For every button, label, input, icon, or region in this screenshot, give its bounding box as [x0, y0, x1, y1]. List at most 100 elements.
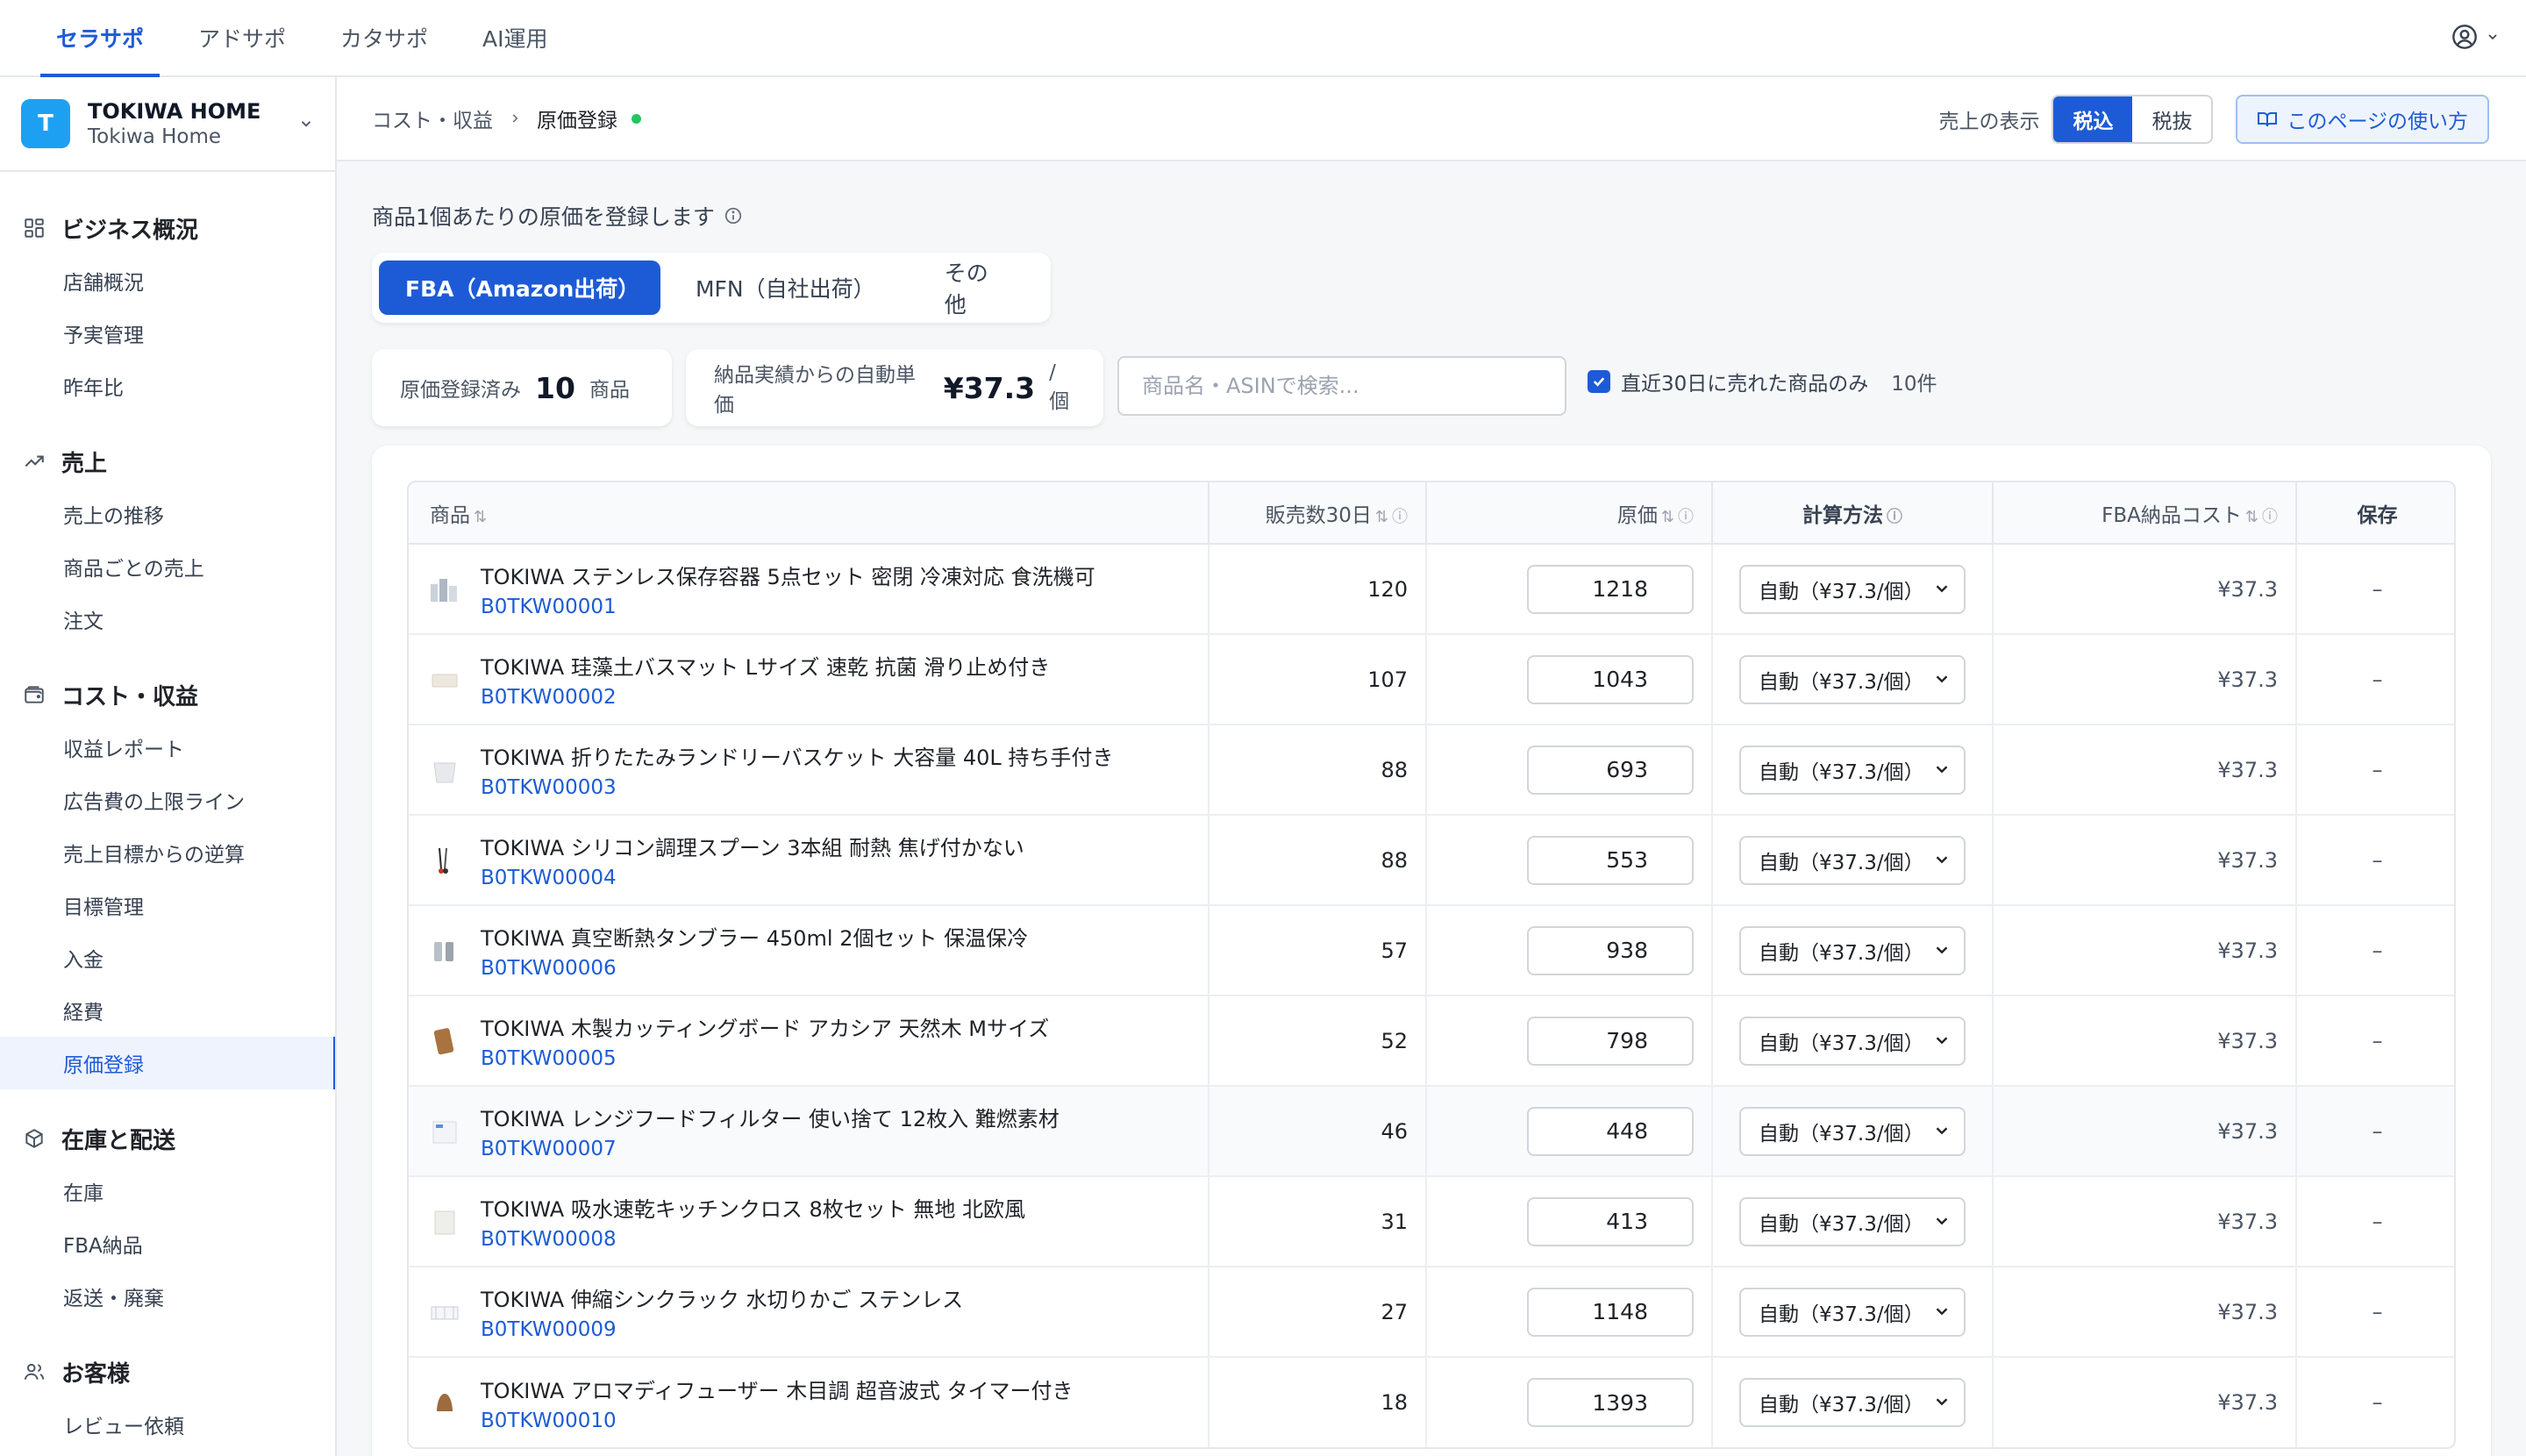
sidebar-item-yoy[interactable]: 昨年比 — [0, 360, 335, 412]
sidebar-item-cost-registration[interactable]: 原価登録 — [0, 1037, 335, 1089]
product-name: TOKIWA レンジフードフィルター 使い捨て 12枚入 難燃素材 — [481, 1107, 1060, 1131]
save-status: – — [2372, 1390, 2383, 1415]
product-asin-link[interactable]: B0TKW00004 — [481, 867, 1024, 889]
product-asin-link[interactable]: B0TKW00007 — [481, 1138, 1060, 1160]
tab-other[interactable]: その他 — [906, 261, 1035, 318]
product-asin-link[interactable]: B0TKW00003 — [481, 776, 1113, 799]
sidebar-item-sales-by-product[interactable]: 商品ごとの売上 — [0, 540, 335, 593]
sidebar-item-ad-limit[interactable]: 広告費の上限ライン — [0, 774, 335, 826]
page-help-button[interactable]: このページの使い方 — [2236, 95, 2489, 144]
info-icon: ⓘ — [1678, 507, 1694, 526]
product-asin-link[interactable]: B0TKW00005 — [481, 1047, 1049, 1070]
tax-excluded-button[interactable]: 税抜 — [2132, 96, 2211, 142]
product-thumbnail-cloth — [426, 1203, 463, 1240]
fba-cost: ¥37.3 — [1993, 815, 2297, 906]
sidebar-item-expenses[interactable]: 経費 — [0, 984, 335, 1037]
fba-cost: ¥37.3 — [1993, 1267, 2297, 1358]
cost-input[interactable]: 448 — [1527, 1106, 1694, 1156]
column-header-product[interactable]: 商品 ⇅ — [409, 482, 1209, 545]
cost-input[interactable]: 1393 — [1527, 1378, 1694, 1427]
product-asin-link[interactable]: B0TKW00010 — [481, 1410, 1074, 1432]
table-row: TOKIWA ステンレス保存容器 5点セット 密閉 冷凍対応 食洗機可 B0TK… — [409, 544, 2454, 635]
sidebar-item-sales-trend[interactable]: 売上の推移 — [0, 488, 335, 540]
product-thumbnail-spoons — [426, 842, 463, 879]
column-header-cost[interactable]: 原価 ⇅ ⓘ — [1426, 482, 1713, 545]
sidebar-item-target-reverse[interactable]: 売上目標からの逆算 — [0, 826, 335, 879]
breadcrumb-parent[interactable]: コスト・収益 — [372, 103, 493, 133]
tax-display-label: 売上の表示 — [1938, 111, 2040, 133]
tax-included-button[interactable]: 税込 — [2053, 96, 2133, 142]
column-header-fba-cost[interactable]: FBA納品コスト ⇅ ⓘ — [1993, 482, 2297, 545]
sidebar-item-returns[interactable]: 返送・廃棄 — [0, 1270, 335, 1323]
checkbox-checked-icon[interactable] — [1588, 370, 1610, 393]
auto-value: ¥37.3 — [943, 370, 1036, 405]
method-select[interactable]: 自動（¥37.3/個） — [1739, 1378, 1966, 1427]
top-tab-serasapo[interactable]: セラサポ — [37, 0, 163, 77]
store-name: TOKIWA HOME — [88, 99, 261, 124]
cost-input[interactable]: 693 — [1527, 745, 1694, 795]
sidebar-item-profit-report[interactable]: 収益レポート — [0, 721, 335, 774]
product-thumbnail-rack — [426, 1294, 463, 1331]
product-asin-link[interactable]: B0TKW00009 — [481, 1318, 963, 1341]
nav-group-label: 在庫と配送 — [61, 1127, 176, 1154]
dashboard-grid-icon — [21, 215, 47, 241]
cost-input[interactable]: 1218 — [1527, 564, 1694, 614]
cost-input[interactable]: 938 — [1527, 925, 1694, 975]
sidebar-item-goals[interactable]: 目標管理 — [0, 879, 335, 931]
product-cell: TOKIWA ステンレス保存容器 5点セット 密閉 冷凍対応 食洗機可 B0TK… — [409, 544, 1209, 635]
product-name: TOKIWA 木製カッティングボード アカシア 天然木 Mサイズ — [481, 1017, 1050, 1041]
sidebar-item-store-overview[interactable]: 店舗概況 — [0, 254, 335, 307]
method-select[interactable]: 自動（¥37.3/個） — [1739, 925, 1966, 975]
sidebar-item-budget[interactable]: 予実管理 — [0, 307, 335, 360]
product-asin-link[interactable]: B0TKW00002 — [481, 686, 1050, 709]
user-circle-icon — [2452, 25, 2477, 49]
nav-group-sales: 売上 売上の推移 商品ごとの売上 注文 — [0, 442, 335, 646]
method-select[interactable]: 自動（¥37.3/個） — [1739, 1287, 1966, 1337]
method-select[interactable]: 自動（¥37.3/個） — [1739, 835, 1966, 885]
product-cell: TOKIWA 吸水速乾キッチンクロス 8枚セット 無地 北欧風 B0TKW000… — [409, 1176, 1209, 1267]
method-select[interactable]: 自動（¥37.3/個） — [1739, 1196, 1966, 1246]
method-select[interactable]: 自動（¥37.3/個） — [1739, 745, 1966, 795]
sidebar-item-orders[interactable]: 注文 — [0, 593, 335, 646]
page-intro: 商品1個あたりの原価を登録します — [372, 200, 743, 232]
fba-cost: ¥37.3 — [1993, 1176, 2297, 1267]
chevron-down-icon — [1936, 855, 1948, 863]
store-avatar: T — [21, 99, 70, 148]
cost-input[interactable]: 413 — [1527, 1196, 1694, 1246]
product-cell: TOKIWA アロマディフューザー 木目調 超音波式 タイマー付き B0TKW0… — [409, 1357, 1209, 1447]
cost-input[interactable]: 1043 — [1527, 654, 1694, 704]
nav-group-label: 売上 — [61, 450, 108, 477]
column-header-method: 計算方法 ⓘ — [1712, 482, 1994, 545]
nav-group-business: ビジネス概況 店舗概況 予実管理 昨年比 — [0, 209, 335, 412]
method-select[interactable]: 自動（¥37.3/個） — [1739, 1106, 1966, 1156]
sidebar-item-deposits[interactable]: 入金 — [0, 931, 335, 984]
sidebar-item-fba-inbound[interactable]: FBA納品 — [0, 1217, 335, 1270]
save-status: – — [2296, 724, 2454, 816]
top-tab-adsapo[interactable]: アドサポ — [179, 0, 305, 75]
product-name: TOKIWA シリコン調理スプーン 3本組 耐熱 焦げ付かない — [481, 836, 1024, 860]
column-header-sales30[interactable]: 販売数30日 ⇅ ⓘ — [1209, 482, 1427, 545]
tab-fba[interactable]: FBA（Amazon出荷） — [379, 261, 660, 315]
method-select[interactable]: 自動（¥37.3/個） — [1739, 564, 1966, 614]
sort-icon: ⇅ — [474, 507, 488, 526]
user-menu[interactable] — [2451, 23, 2500, 51]
store-switcher[interactable]: T TOKIWA HOME Tokiwa Home — [0, 77, 335, 172]
tab-mfn[interactable]: MFN（自社出荷） — [669, 261, 897, 315]
sidebar-item-inventory[interactable]: 在庫 — [0, 1165, 335, 1217]
product-asin-link[interactable]: B0TKW00006 — [481, 957, 1028, 980]
search-input[interactable] — [1117, 356, 1566, 416]
product-asin-link[interactable]: B0TKW00008 — [481, 1228, 1025, 1251]
sidebar-item-review-request[interactable]: レビュー依頼 — [0, 1398, 335, 1451]
method-select[interactable]: 自動（¥37.3/個） — [1739, 654, 1966, 704]
sort-icon: ⇅ — [2244, 507, 2258, 526]
top-tab-katasapo[interactable]: カタサポ — [321, 0, 447, 75]
product-asin-link[interactable]: B0TKW00001 — [481, 596, 1095, 618]
info-icon[interactable] — [724, 206, 743, 225]
method-select[interactable]: 自動（¥37.3/個） — [1739, 1016, 1966, 1066]
cost-input[interactable]: 1148 — [1527, 1287, 1694, 1337]
cost-input[interactable]: 798 — [1527, 1016, 1694, 1066]
recent-sales-filter[interactable]: 直近30日に売れた商品のみ 10件 — [1588, 367, 1937, 396]
product-thumbnail-filter — [426, 1113, 463, 1150]
top-tab-ai[interactable]: AI運用 — [463, 0, 567, 75]
cost-input[interactable]: 553 — [1527, 835, 1694, 885]
